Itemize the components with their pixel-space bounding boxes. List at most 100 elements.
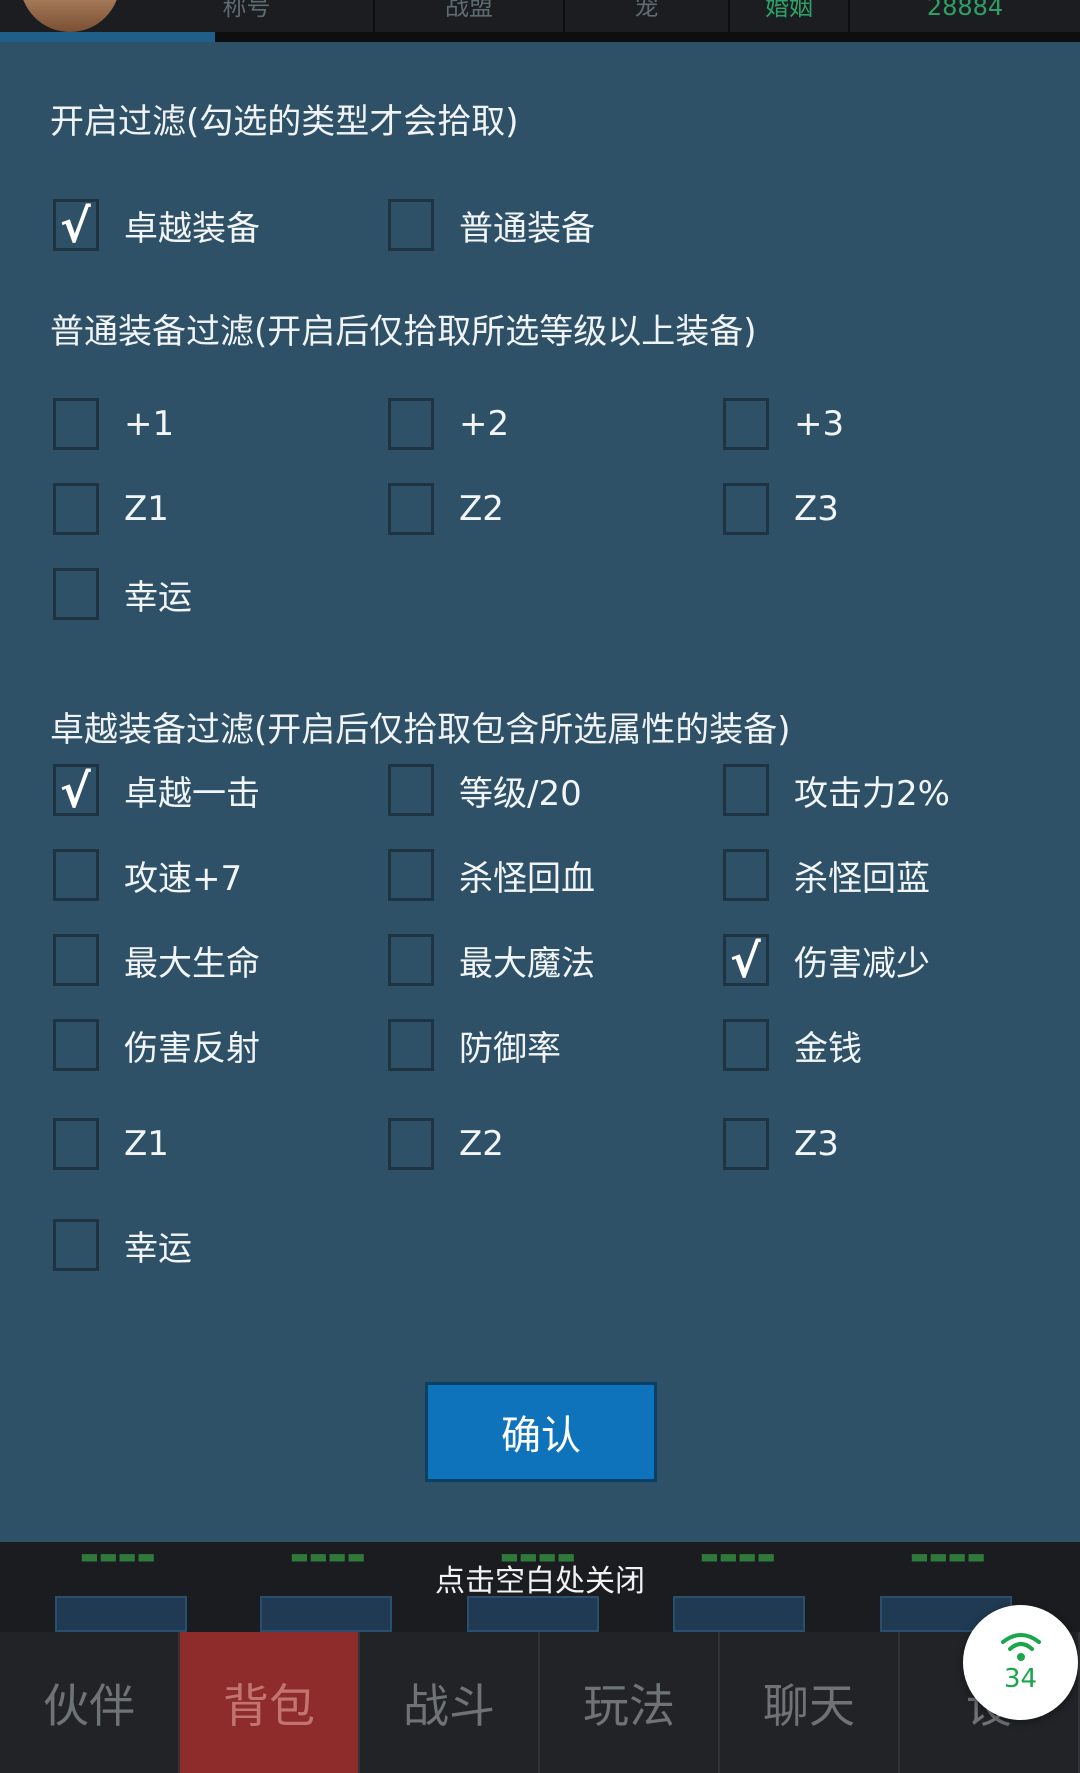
checkbox-normal-equipment[interactable]: 普通装备 xyxy=(388,198,595,252)
checkbox-level-20[interactable]: 等级/20 xyxy=(388,763,582,817)
checkbox-excellent-equipment[interactable]: √ 卓越装备 xyxy=(53,198,260,252)
header-tab-title[interactable]: 称号 xyxy=(120,0,375,32)
checkbox-label: 杀怪回血 xyxy=(459,858,595,899)
inventory-slot[interactable] xyxy=(260,1596,392,1632)
checkbox-label: 卓越装备 xyxy=(124,208,260,249)
checkbox-normal-luck[interactable]: 幸运 xyxy=(53,567,192,621)
checkbox-box[interactable] xyxy=(388,398,434,450)
checkbox-normal-z2[interactable]: Z2 xyxy=(388,482,504,536)
checkbox-box[interactable]: √ xyxy=(723,934,769,988)
checkbox-normal-z1[interactable]: Z1 xyxy=(53,482,169,536)
checkbox-box[interactable] xyxy=(53,849,99,901)
checkbox-box[interactable]: √ xyxy=(53,199,99,253)
checkbox-label: 普通装备 xyxy=(459,208,595,249)
checkbox-label: 防御率 xyxy=(459,1028,561,1069)
checkbox-label: 伤害减少 xyxy=(794,943,930,984)
checkbox-excellent-luck[interactable]: 幸运 xyxy=(53,1218,192,1272)
inventory-slot[interactable] xyxy=(467,1596,599,1632)
checkbox-label: 等级/20 xyxy=(459,773,582,814)
checkbox-box[interactable] xyxy=(388,483,434,535)
checkbox-label: 攻速+7 xyxy=(124,858,243,899)
checkbox-box[interactable] xyxy=(723,1118,769,1170)
checkbox-box[interactable] xyxy=(53,934,99,986)
checkmark-icon: √ xyxy=(60,199,91,253)
checkbox-attack-speed[interactable]: 攻速+7 xyxy=(53,848,242,902)
checkbox-label: +2 xyxy=(459,404,510,444)
header-tab-marriage[interactable]: 婚姻 xyxy=(730,0,850,32)
checkbox-defense-rate[interactable]: 防御率 xyxy=(388,1018,561,1072)
checkbox-damage-reflect[interactable]: 伤害反射 xyxy=(53,1018,260,1072)
checkbox-normal-plus1[interactable]: +1 xyxy=(53,397,174,451)
checkbox-attack-2pct[interactable]: 攻击力2% xyxy=(723,763,950,817)
checkbox-label: +1 xyxy=(124,404,175,444)
close-hint: 点击空白处关闭 xyxy=(435,1564,645,1599)
checkbox-box[interactable] xyxy=(388,199,434,251)
excellent-filter-title: 卓越装备过滤(开启后仅拾取包含所选属性的装备) xyxy=(50,710,791,750)
header-currency-value: 28884 xyxy=(926,0,1004,21)
checkbox-normal-plus3[interactable]: +3 xyxy=(723,397,844,451)
header-tab-title-label: 称号 xyxy=(222,0,271,21)
checkbox-box[interactable] xyxy=(388,1118,434,1170)
header-progress-rail xyxy=(0,32,1080,42)
checkbox-box[interactable] xyxy=(388,934,434,986)
checkbox-box[interactable] xyxy=(723,1019,769,1071)
checkbox-label: Z1 xyxy=(124,489,169,529)
checkbox-box[interactable] xyxy=(53,1019,99,1071)
checkbox-damage-reduce[interactable]: √ 伤害减少 xyxy=(723,933,930,987)
checkbox-box[interactable] xyxy=(53,483,99,535)
nav-tab-battle[interactable]: 战斗 xyxy=(360,1632,540,1773)
checkbox-box[interactable] xyxy=(388,849,434,901)
checkbox-label: 最大魔法 xyxy=(459,943,595,984)
checkbox-box[interactable] xyxy=(723,849,769,901)
checkbox-label: 金钱 xyxy=(794,1028,862,1069)
checkbox-label: Z1 xyxy=(124,1124,169,1164)
checkbox-label: 幸运 xyxy=(124,1228,192,1269)
checkbox-money[interactable]: 金钱 xyxy=(723,1018,862,1072)
header-tab-marriage-label: 婚姻 xyxy=(765,0,813,21)
header-tab-pet[interactable]: 宠 xyxy=(565,0,730,32)
checkbox-box[interactable] xyxy=(723,398,769,450)
checkbox-normal-plus2[interactable]: +2 xyxy=(388,397,509,451)
checkbox-label: 伤害反射 xyxy=(124,1028,260,1069)
checkbox-kill-hp[interactable]: 杀怪回血 xyxy=(388,848,595,902)
checkbox-label: 最大生命 xyxy=(124,943,260,984)
checkbox-label: Z2 xyxy=(459,489,504,529)
inventory-slot[interactable] xyxy=(673,1596,805,1632)
checkbox-label: 杀怪回蓝 xyxy=(794,858,930,899)
confirm-button[interactable]: 确认 xyxy=(425,1382,657,1482)
network-badge[interactable]: 34 xyxy=(963,1605,1078,1720)
game-header: 称号 战盟 宠 婚姻 28884 xyxy=(0,0,1080,42)
header-tab-pet-label: 宠 xyxy=(634,0,659,21)
checkbox-max-mana[interactable]: 最大魔法 xyxy=(388,933,595,987)
checkbox-excellent-strike[interactable]: √ 卓越一击 xyxy=(53,763,260,817)
checkbox-kill-mp[interactable]: 杀怪回蓝 xyxy=(723,848,930,902)
header-tab-guild[interactable]: 战盟 xyxy=(375,0,565,32)
checkbox-box[interactable] xyxy=(723,764,769,816)
checkmark-icon: √ xyxy=(60,764,91,818)
nav-tab-partner[interactable]: 伙伴 xyxy=(0,1632,180,1773)
nav-tab-gameplay[interactable]: 玩法 xyxy=(540,1632,720,1773)
nav-tab-bag[interactable]: 背包 xyxy=(180,1632,360,1773)
checkbox-label: 攻击力2% xyxy=(794,773,950,814)
checkbox-excellent-z3[interactable]: Z3 xyxy=(723,1117,839,1171)
bottom-nav: 伙伴 背包 战斗 玩法 聊天 设 xyxy=(0,1632,1080,1773)
inventory-slot[interactable] xyxy=(55,1596,187,1632)
nav-tab-chat[interactable]: 聊天 xyxy=(720,1632,900,1773)
checkbox-box[interactable] xyxy=(388,1019,434,1071)
header-progress-fill xyxy=(0,32,215,42)
checkbox-box[interactable] xyxy=(53,1219,99,1271)
checkmark-icon: √ xyxy=(730,934,761,988)
network-latency-value: 34 xyxy=(1003,1663,1038,1694)
checkbox-box[interactable] xyxy=(53,398,99,450)
checkbox-box[interactable] xyxy=(53,1118,99,1170)
checkbox-box[interactable] xyxy=(388,764,434,816)
checkbox-box[interactable] xyxy=(723,483,769,535)
header-currency: 28884 xyxy=(850,0,1080,32)
checkbox-box[interactable]: √ xyxy=(53,764,99,818)
checkbox-excellent-z2[interactable]: Z2 xyxy=(388,1117,504,1171)
checkbox-normal-z3[interactable]: Z3 xyxy=(723,482,839,536)
checkbox-max-life[interactable]: 最大生命 xyxy=(53,933,260,987)
checkbox-excellent-z1[interactable]: Z1 xyxy=(53,1117,169,1171)
checkbox-label: 卓越一击 xyxy=(124,773,260,814)
checkbox-box[interactable] xyxy=(53,568,99,620)
